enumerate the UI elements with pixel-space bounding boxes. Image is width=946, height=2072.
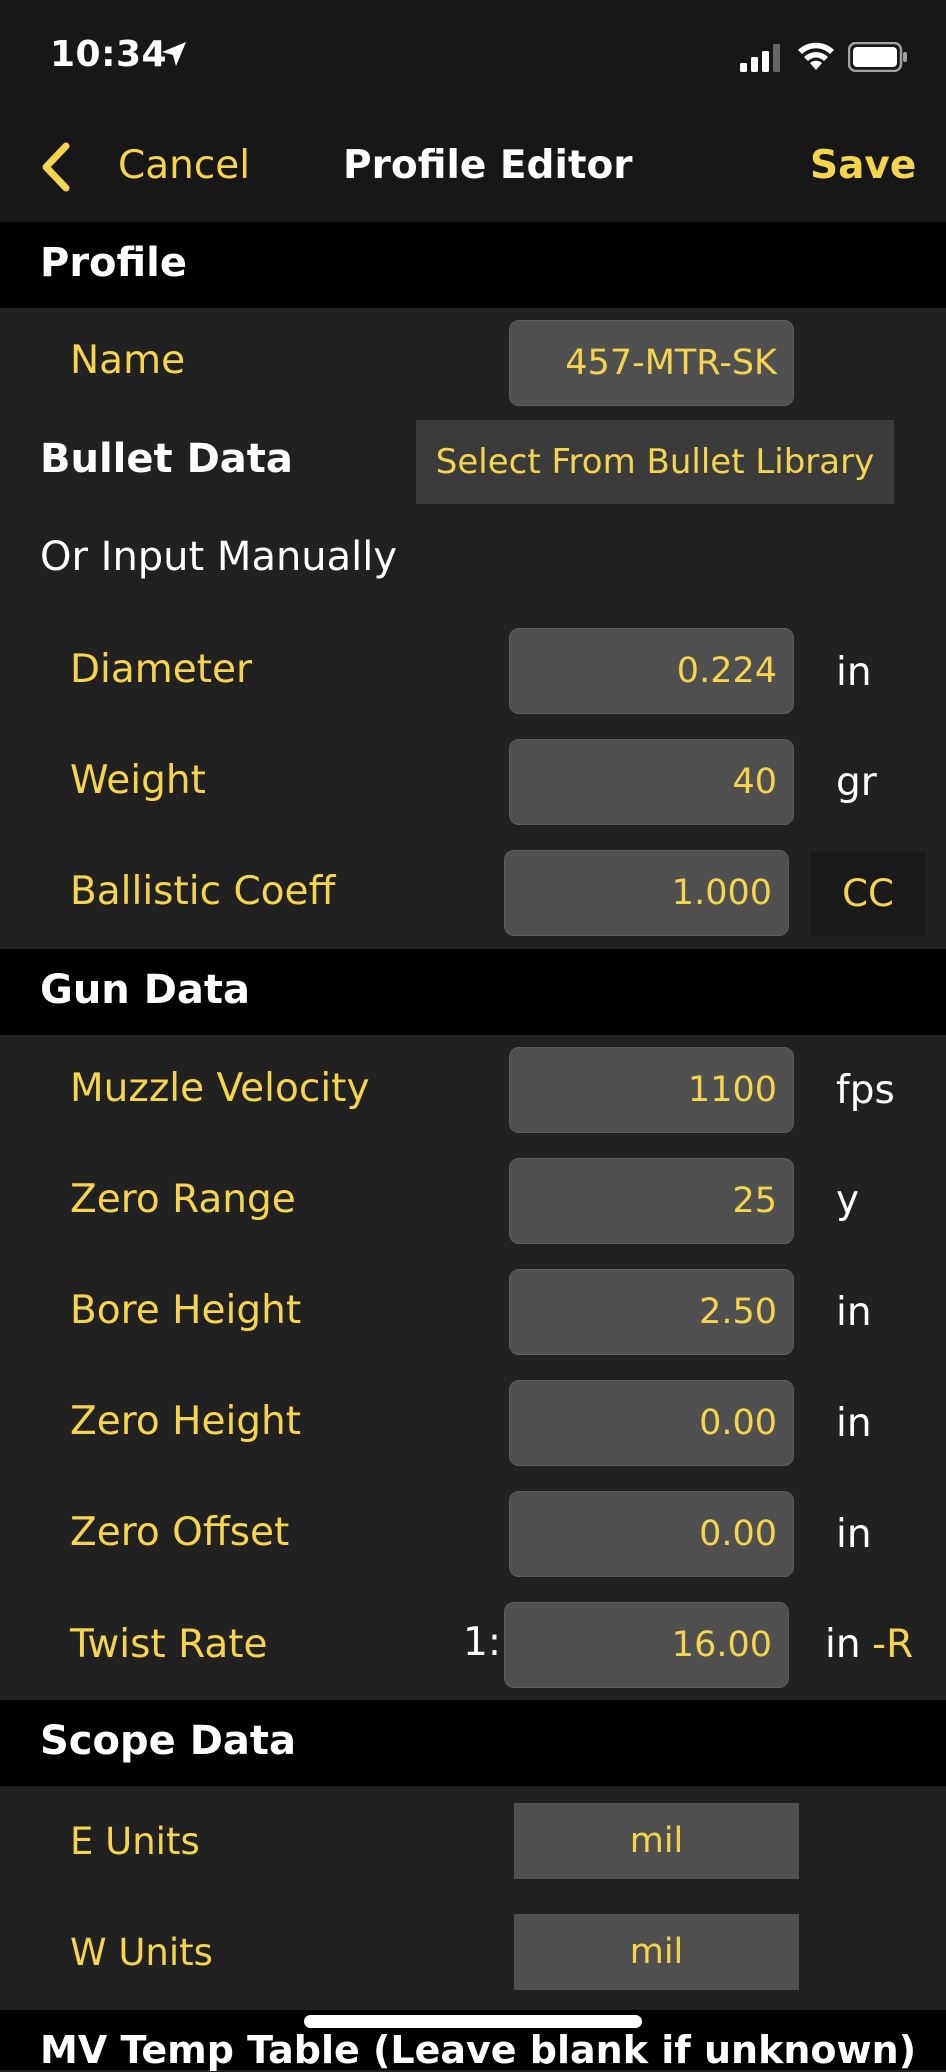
profile-section-header: Profile — [0, 222, 946, 308]
signal-icon — [740, 44, 782, 76]
diameter-label: Diameter — [70, 647, 253, 692]
wifi-icon — [796, 40, 836, 76]
input-manually-label: Or Input Manually — [40, 534, 398, 580]
page-title: Profile Editor — [343, 143, 633, 188]
cancel-button[interactable]: Cancel — [118, 143, 250, 188]
muzzle-velocity-input[interactable]: 1100 — [509, 1047, 794, 1133]
zero-range-input[interactable]: 25 — [509, 1158, 794, 1244]
name-input[interactable]: 457-MTR-SK — [509, 320, 794, 406]
bore-height-input[interactable]: 2.50 — [509, 1269, 794, 1355]
twist-rate-prefix: 1: — [463, 1620, 501, 1665]
location-arrow-icon — [160, 40, 188, 72]
section-title: Scope Data — [40, 1718, 296, 1764]
muzzle-velocity-unit: fps — [836, 1068, 895, 1113]
zero-height-input[interactable]: 0.00 — [509, 1380, 794, 1466]
home-indicator[interactable] — [304, 2015, 642, 2028]
zero-height-unit: in — [836, 1401, 872, 1446]
navigation-bar: Cancel Profile Editor Save — [0, 110, 946, 222]
status-bar: 10:34 — [0, 0, 946, 110]
twist-direction-toggle[interactable]: -R — [872, 1622, 913, 1667]
twist-rate-label: Twist Rate — [70, 1622, 268, 1667]
bc-unit-selector[interactable]: CC — [810, 852, 926, 936]
twist-rate-input[interactable]: 16.00 — [504, 1602, 789, 1688]
section-title: Gun Data — [40, 967, 251, 1013]
ballistic-coeff-label: Ballistic Coeff — [70, 869, 336, 914]
status-time: 10:34 — [50, 34, 168, 75]
w-units-picker[interactable]: mil — [514, 1914, 799, 1990]
zero-offset-label: Zero Offset — [70, 1510, 290, 1555]
weight-label: Weight — [70, 758, 206, 803]
scope-data-section-header: Scope Data — [0, 1700, 946, 1786]
weight-unit: gr — [836, 760, 877, 805]
twist-rate-unit: in — [825, 1622, 861, 1667]
bore-height-label: Bore Height — [70, 1288, 302, 1333]
bore-height-unit: in — [836, 1290, 872, 1335]
weight-input[interactable]: 40 — [509, 739, 794, 825]
e-units-picker[interactable]: mil — [514, 1803, 799, 1879]
section-title: MV Temp Table (Leave blank if unknown) — [40, 2028, 917, 2072]
battery-icon — [847, 41, 908, 76]
ballistic-coeff-input[interactable]: 1.000 — [504, 850, 789, 936]
save-button[interactable]: Save — [810, 143, 916, 188]
section-title: Profile — [40, 240, 188, 286]
zero-offset-unit: in — [836, 1512, 872, 1557]
back-chevron-icon[interactable] — [38, 142, 72, 196]
zero-offset-input[interactable]: 0.00 — [509, 1491, 794, 1577]
bullet-data-title: Bullet Data — [40, 436, 293, 482]
e-units-label: E Units — [70, 1820, 200, 1863]
diameter-unit: in — [836, 650, 872, 695]
zero-range-label: Zero Range — [70, 1177, 296, 1222]
diameter-input[interactable]: 0.224 — [509, 628, 794, 714]
zero-range-unit: y — [836, 1178, 860, 1223]
select-bullet-library-button[interactable]: Select From Bullet Library — [416, 420, 894, 504]
w-units-label: W Units — [70, 1931, 213, 1974]
gun-data-section-header: Gun Data — [0, 949, 946, 1035]
zero-height-label: Zero Height — [70, 1399, 302, 1444]
name-label: Name — [70, 338, 186, 383]
muzzle-velocity-label: Muzzle Velocity — [70, 1066, 370, 1111]
